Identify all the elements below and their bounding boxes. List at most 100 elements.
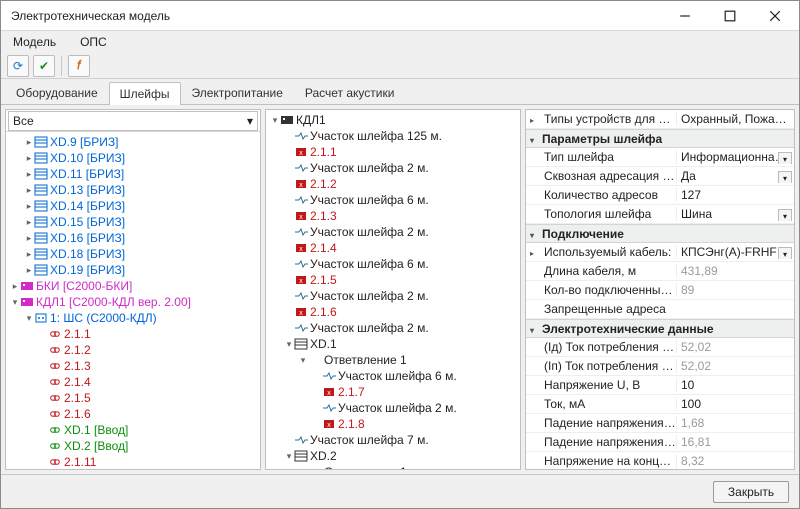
tree-node[interactable]: x2.1.3 bbox=[268, 208, 518, 224]
tree-node[interactable]: ▸XD.18 [БРИЗ] bbox=[8, 246, 258, 262]
dropdown-button[interactable]: ▾ bbox=[778, 247, 792, 259]
property-row[interactable]: Сквозная адресация всех у…Да▾ bbox=[526, 167, 794, 186]
tree-node[interactable]: 2.1.3 bbox=[8, 358, 258, 374]
expand-toggle[interactable]: ▸ bbox=[24, 246, 34, 262]
property-value[interactable]: 431,89 bbox=[676, 264, 794, 278]
tree-node[interactable]: ▸XD.10 [БРИЗ] bbox=[8, 150, 258, 166]
expand-toggle[interactable]: ▸ bbox=[24, 150, 34, 166]
expand-toggle[interactable]: ▸ bbox=[24, 198, 34, 214]
expand-toggle[interactable]: ▾ bbox=[284, 336, 294, 352]
property-value[interactable]: 10 bbox=[676, 378, 794, 392]
tree-node[interactable]: x2.1.6 bbox=[268, 304, 518, 320]
tree-node[interactable]: ▾1: ШС (С2000-КДЛ) bbox=[8, 310, 258, 326]
property-row[interactable]: Падение напряжения в шле…16,81 bbox=[526, 433, 794, 452]
close-dialog-button[interactable]: Закрыть bbox=[713, 481, 789, 503]
property-value[interactable]: 127 bbox=[676, 188, 794, 202]
property-group[interactable]: ▾Электротехнические данные bbox=[526, 319, 794, 338]
property-value[interactable]: 1,68 bbox=[676, 416, 794, 430]
tree-node[interactable]: ▸XD.19 [БРИЗ] bbox=[8, 262, 258, 278]
menu-model[interactable]: Модель bbox=[7, 33, 62, 51]
property-value[interactable]: 52,02 bbox=[676, 359, 794, 373]
property-value[interactable]: Да▾ bbox=[676, 169, 794, 183]
tree-node[interactable]: ▾Ответвление 1 bbox=[268, 352, 518, 368]
tree-node[interactable]: XD.1 [Ввод] bbox=[8, 422, 258, 438]
filter-combobox[interactable]: Все ▾ bbox=[8, 111, 258, 131]
tree-node[interactable]: x2.1.5 bbox=[268, 272, 518, 288]
expand-toggle[interactable]: ▸ bbox=[24, 262, 34, 278]
expand-toggle[interactable]: ▾ bbox=[298, 352, 308, 368]
property-value[interactable]: 8,32 bbox=[676, 454, 794, 468]
property-row[interactable]: Кол-во подключенных устр…89 bbox=[526, 281, 794, 300]
tab-1[interactable]: Шлейфы bbox=[109, 82, 181, 105]
property-row[interactable]: (Iд) Ток потребления в деж…52,02 bbox=[526, 338, 794, 357]
expand-toggle[interactable]: ▸ bbox=[24, 134, 34, 150]
tree-node[interactable]: ▸XD.9 [БРИЗ] bbox=[8, 134, 258, 150]
tree-node[interactable]: Участок шлейфа 2 м. bbox=[268, 320, 518, 336]
tree-node[interactable]: XD.2 [Ввод] bbox=[8, 438, 258, 454]
tree-node[interactable]: ▸XD.13 [БРИЗ] bbox=[8, 182, 258, 198]
tree-node[interactable]: Участок шлейфа 6 м. bbox=[268, 256, 518, 272]
tree-node[interactable]: ▸XD.11 [БРИЗ] bbox=[8, 166, 258, 182]
property-row[interactable]: Количество адресов127 bbox=[526, 186, 794, 205]
property-row[interactable]: (Iп) Ток потребления в пож…52,02 bbox=[526, 357, 794, 376]
tree-node[interactable]: ▾Ответвление 1 bbox=[268, 464, 518, 469]
tab-2[interactable]: Электропитание bbox=[181, 81, 294, 104]
dropdown-button[interactable]: ▾ bbox=[778, 171, 792, 183]
property-row[interactable]: Падение напряжения в шле…1,68 bbox=[526, 414, 794, 433]
property-row[interactable]: Ток, мА100 bbox=[526, 395, 794, 414]
property-row[interactable]: Тип шлейфаИнформационная лини▾ bbox=[526, 148, 794, 167]
tree-node[interactable]: ▾КДЛ1 [С2000-КДЛ вер. 2.00] bbox=[8, 294, 258, 310]
property-value[interactable]: КПСЭнг(А)-FRHF 1x2x0,5▾ bbox=[676, 245, 794, 259]
expand-toggle[interactable]: ▾ bbox=[24, 310, 34, 326]
tree-node[interactable]: x2.1.7 bbox=[268, 384, 518, 400]
property-value[interactable]: Охранный, Пожарный, bbox=[676, 112, 794, 126]
property-group[interactable]: ▾Параметры шлейфа bbox=[526, 129, 794, 148]
tree-node[interactable]: x2.1.2 bbox=[268, 176, 518, 192]
property-value[interactable]: 52,02 bbox=[676, 340, 794, 354]
property-value[interactable]: Информационная лини▾ bbox=[676, 150, 794, 164]
expand-toggle[interactable]: ▸ bbox=[24, 166, 34, 182]
property-row[interactable]: Напряжение U, В10 bbox=[526, 376, 794, 395]
property-row[interactable]: Длина кабеля, м431,89 bbox=[526, 262, 794, 281]
property-row[interactable]: Топология шлейфаШина▾ bbox=[526, 205, 794, 224]
formula-button[interactable]: 𝑓 bbox=[68, 55, 90, 77]
tree-node[interactable]: x2.1.8 bbox=[268, 416, 518, 432]
tree-node[interactable]: 2.1.2 bbox=[8, 342, 258, 358]
tree-node[interactable]: 2.1.4 bbox=[8, 374, 258, 390]
property-value[interactable]: 89 bbox=[676, 283, 794, 297]
property-row[interactable]: Запрещенные адреса bbox=[526, 300, 794, 319]
minimize-button[interactable] bbox=[662, 2, 707, 30]
menu-ops[interactable]: ОПС bbox=[74, 33, 113, 51]
tree-node[interactable]: 2.1.11 bbox=[8, 454, 258, 469]
expand-toggle[interactable]: ▸ bbox=[10, 278, 20, 294]
tree-node[interactable]: ▾КДЛ1 bbox=[268, 112, 518, 128]
left-tree[interactable]: ▸XD.9 [БРИЗ]▸XD.10 [БРИЗ]▸XD.11 [БРИЗ]▸X… bbox=[6, 132, 260, 469]
tree-node[interactable]: x2.1.4 bbox=[268, 240, 518, 256]
tree-node[interactable]: Участок шлейфа 7 м. bbox=[268, 432, 518, 448]
tree-node[interactable]: ▾XD.1 bbox=[268, 336, 518, 352]
tree-node[interactable]: Участок шлейфа 6 м. bbox=[268, 368, 518, 384]
property-row[interactable]: ▸Используемый кабель:КПСЭнг(А)-FRHF 1x2x… bbox=[526, 243, 794, 262]
tree-node[interactable]: ▾XD.2 bbox=[268, 448, 518, 464]
tree-node[interactable]: 2.1.1 bbox=[8, 326, 258, 342]
refresh-button[interactable]: ⟳ bbox=[7, 55, 29, 77]
tree-node[interactable]: ▸XD.14 [БРИЗ] bbox=[8, 198, 258, 214]
dropdown-button[interactable]: ▾ bbox=[778, 152, 792, 164]
tree-node[interactable]: ▸БКИ [С2000-БКИ] bbox=[8, 278, 258, 294]
property-row[interactable]: Напряжение на конце шлей…8,32 bbox=[526, 452, 794, 469]
property-value[interactable]: 16,81 bbox=[676, 435, 794, 449]
tree-node[interactable]: Участок шлейфа 6 м. bbox=[268, 192, 518, 208]
tab-0[interactable]: Оборудование bbox=[5, 81, 109, 104]
tree-node[interactable]: ▸XD.16 [БРИЗ] bbox=[8, 230, 258, 246]
tree-node[interactable]: Участок шлейфа 2 м. bbox=[268, 160, 518, 176]
tab-3[interactable]: Расчет акустики bbox=[294, 81, 406, 104]
tree-node[interactable]: 2.1.6 bbox=[8, 406, 258, 422]
expand-toggle[interactable]: ▾ bbox=[298, 464, 308, 469]
close-button[interactable] bbox=[752, 2, 797, 30]
expand-toggle[interactable]: ▸ bbox=[24, 214, 34, 230]
property-row[interactable]: ▸Типы устройств для подклю…Охранный, Пож… bbox=[526, 110, 794, 129]
tree-node[interactable]: ▸XD.15 [БРИЗ] bbox=[8, 214, 258, 230]
expand-toggle[interactable]: ▸ bbox=[24, 230, 34, 246]
tree-node[interactable]: Участок шлейфа 2 м. bbox=[268, 400, 518, 416]
expand-toggle[interactable]: ▾ bbox=[284, 448, 294, 464]
